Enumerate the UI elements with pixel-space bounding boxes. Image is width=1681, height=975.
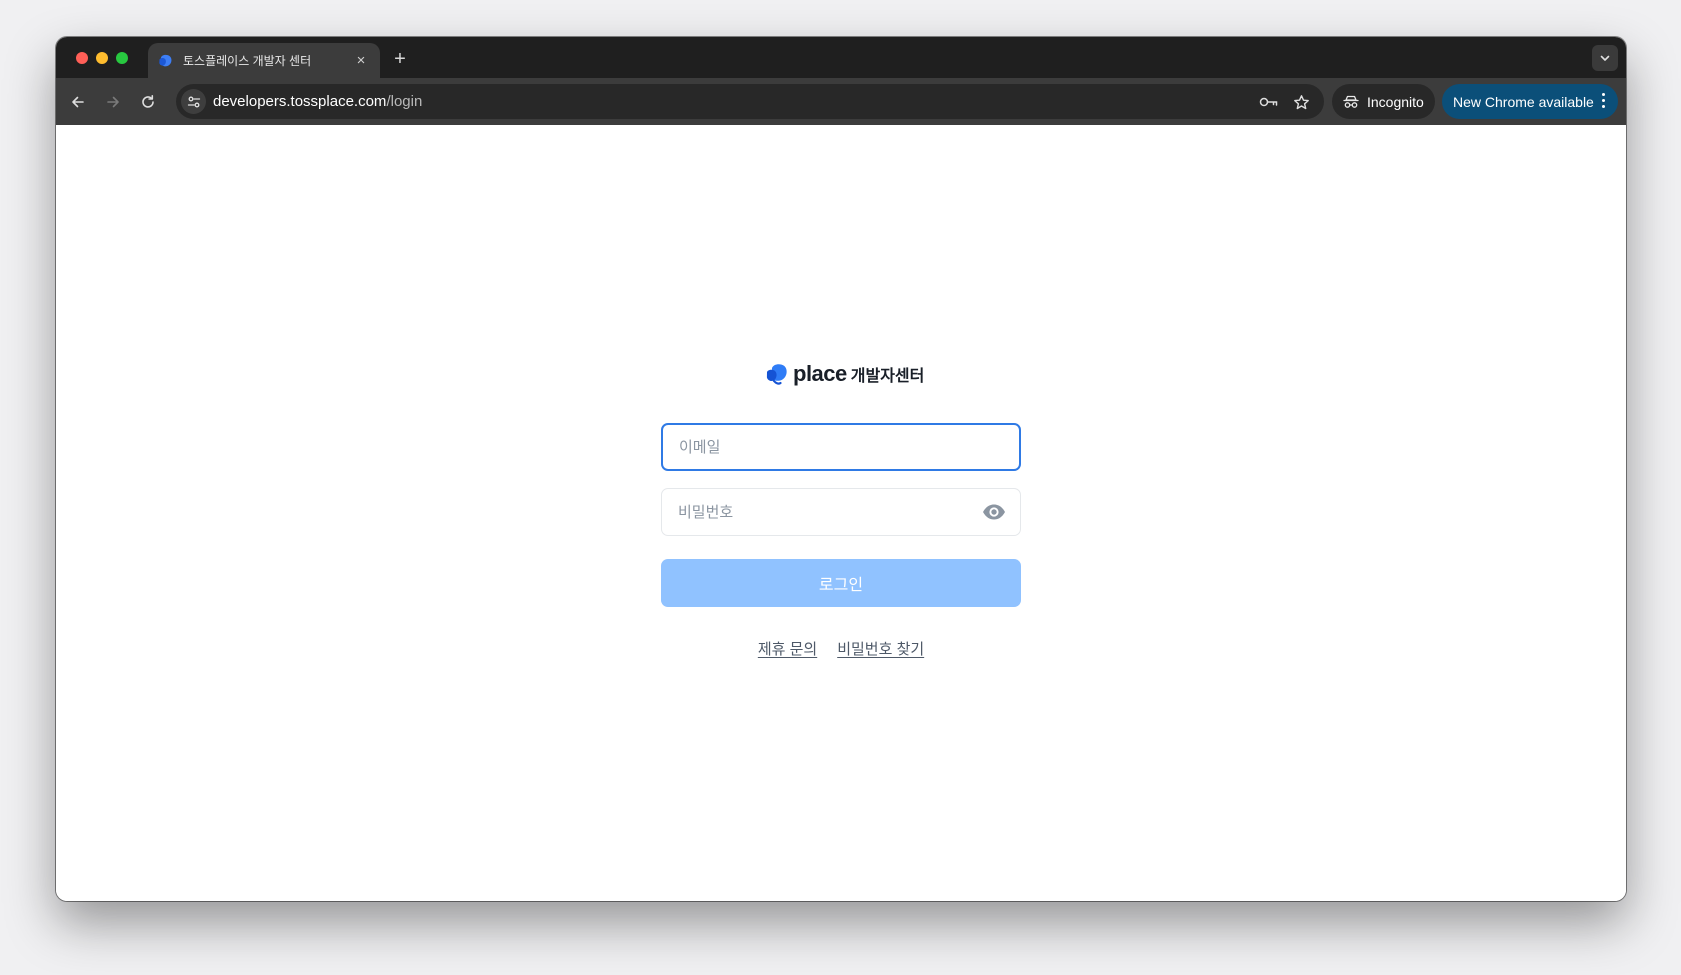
email-input[interactable] (663, 425, 1019, 469)
tab-title: 토스플레이스 개발자 센터 (183, 54, 312, 68)
bookmark-button[interactable] (1290, 91, 1312, 113)
tab-search-button[interactable] (1592, 45, 1618, 71)
tune-icon (187, 96, 200, 107)
place-logo-icon (159, 54, 172, 66)
find-password-link[interactable]: 비밀번호 찾기 (837, 638, 924, 659)
eye-icon (983, 504, 1005, 520)
password-field[interactable] (661, 488, 1021, 536)
password-input[interactable] (662, 489, 1020, 535)
password-key-button[interactable] (1258, 91, 1280, 113)
back-button[interactable] (65, 89, 91, 115)
address-bar[interactable]: developers.tossplace.com/login (176, 84, 1324, 119)
minimize-window-button[interactable] (96, 52, 108, 64)
chevron-down-icon (1600, 55, 1610, 61)
login-button[interactable]: 로그인 (661, 559, 1021, 607)
new-tab-button[interactable]: + (388, 47, 412, 71)
reload-button[interactable] (135, 89, 161, 115)
email-field[interactable] (661, 423, 1021, 471)
star-icon (1293, 94, 1309, 109)
forward-button[interactable] (100, 89, 126, 115)
site-info-button[interactable] (181, 89, 206, 114)
url-host: developers.tossplace.com (213, 93, 387, 110)
arrow-right-icon (107, 96, 119, 108)
chrome-update-button[interactable]: New Chrome available (1442, 84, 1618, 119)
browser-tab[interactable]: 토스플레이스 개발자 센터 × (148, 43, 380, 78)
more-vert-icon (1602, 93, 1606, 109)
page-content: place 개발자센터 로그인 제휴 문의 비밀번호 찾기 (56, 125, 1626, 901)
url-path: /login (386, 93, 423, 110)
browser-window: 토스플레이스 개발자 센터 × + developers.tossplace.c… (56, 37, 1626, 901)
tab-close-button[interactable]: × (352, 52, 370, 70)
footer-links: 제휴 문의 비밀번호 찾기 (661, 638, 1021, 659)
close-window-button[interactable] (76, 52, 88, 64)
arrow-left-icon (72, 96, 84, 108)
incognito-label: Incognito (1367, 93, 1424, 110)
maximize-window-button[interactable] (116, 52, 128, 64)
incognito-icon (1343, 95, 1359, 108)
logo-wordmark: place (793, 361, 847, 386)
logo-subtitle: 개발자센터 (850, 368, 925, 385)
show-password-toggle[interactable] (982, 502, 1006, 522)
update-label: New Chrome available (1453, 93, 1594, 110)
tab-strip: 토스플레이스 개발자 센터 × + (56, 37, 1626, 78)
reload-icon (142, 95, 154, 108)
place-logo-icon (766, 364, 787, 385)
brand-logo: place 개발자센터 (766, 361, 924, 387)
partnership-inquiry-link[interactable]: 제휴 문의 (758, 638, 817, 659)
browser-toolbar: developers.tossplace.com/login Incognito… (56, 78, 1626, 125)
url-text[interactable]: developers.tossplace.com/login (213, 93, 422, 110)
key-icon (1259, 97, 1278, 107)
incognito-indicator[interactable]: Incognito (1332, 84, 1435, 119)
